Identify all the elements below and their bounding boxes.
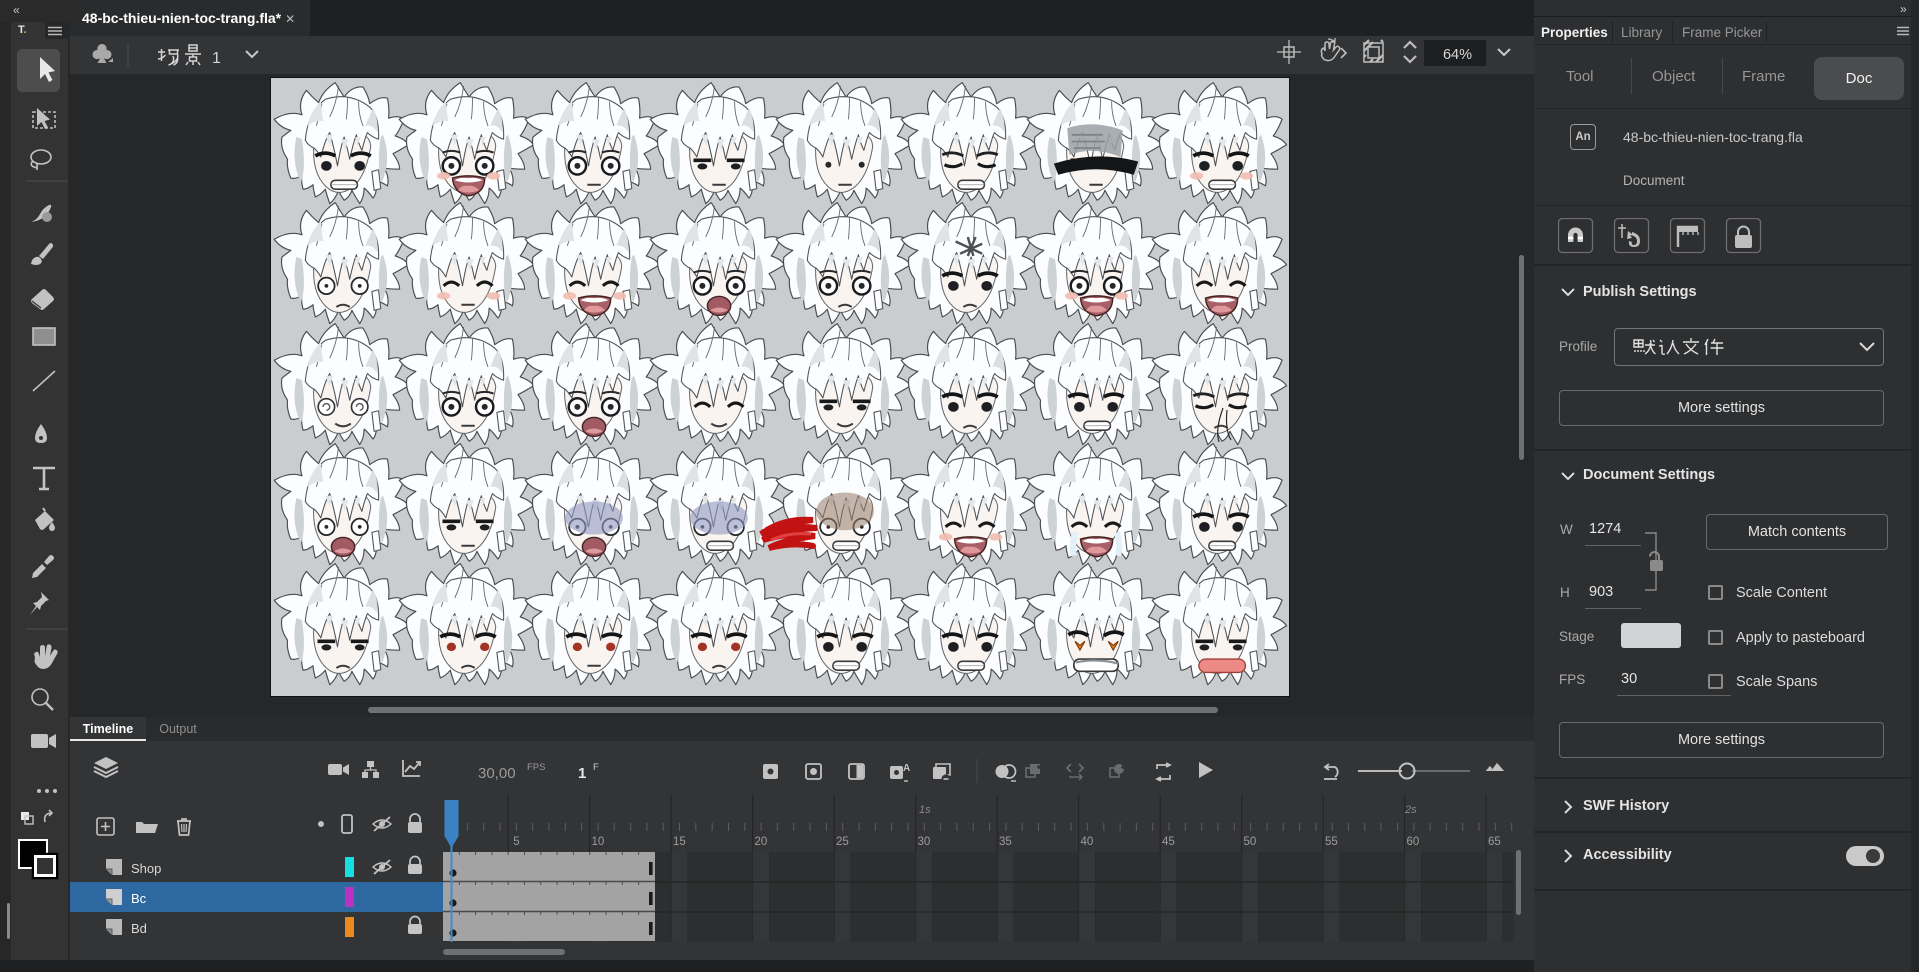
svg-text:64%: 64% <box>1443 47 1472 63</box>
svg-text:Shop: Shop <box>131 861 161 876</box>
svg-text:FPS: FPS <box>527 762 545 773</box>
svg-text:Bd: Bd <box>131 921 147 936</box>
svg-text:A: A <box>903 763 910 774</box>
svg-text:1: 1 <box>212 50 221 67</box>
svg-text:1: 1 <box>578 765 586 782</box>
svg-text:F: F <box>593 762 599 773</box>
svg-text:Bc: Bc <box>131 891 147 906</box>
svg-text:30,00: 30,00 <box>478 765 516 782</box>
